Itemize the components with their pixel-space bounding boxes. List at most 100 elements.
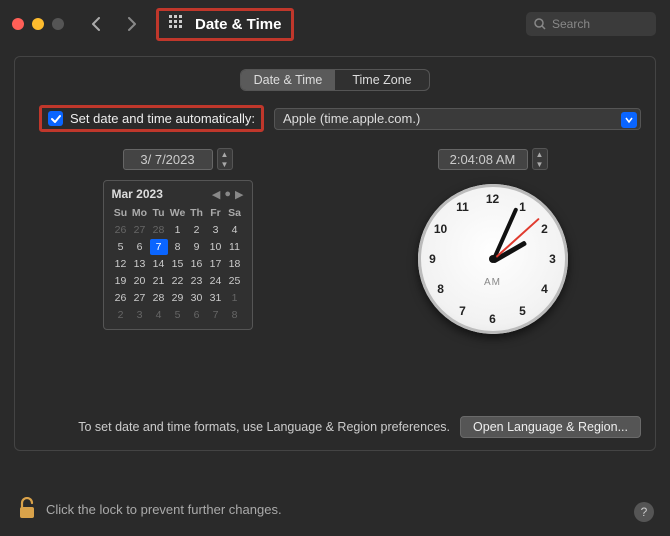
calendar-day[interactable]: 1	[169, 222, 187, 238]
calendar-day[interactable]: 29	[169, 290, 187, 306]
date-field-wrap: 3/ 7/2023 ▲ ▼	[123, 148, 233, 170]
search-input[interactable]: Search	[526, 12, 656, 36]
calendar-day[interactable]: 23	[188, 273, 206, 289]
calendar-day[interactable]: 20	[131, 273, 149, 289]
clock-numeral: 8	[437, 282, 444, 296]
time-column: 2:04:08 AM ▲ ▼ AM 123456789101112	[350, 148, 635, 334]
calendar-day[interactable]: 19	[112, 273, 130, 289]
calendar-dow: Su	[112, 205, 130, 221]
calendar-day[interactable]: 3	[207, 222, 225, 238]
calendar-day-dim[interactable]: 7	[207, 307, 225, 323]
calendar-day[interactable]: 15	[169, 256, 187, 272]
stepper-up-icon: ▲	[533, 149, 547, 159]
title-highlight: Date & Time	[156, 8, 294, 41]
calendar-dow: We	[169, 205, 187, 221]
chevron-down-icon	[621, 112, 637, 128]
calendar-day-dim[interactable]: 26	[112, 222, 130, 238]
calendar-day[interactable]: 24	[207, 273, 225, 289]
date-column: 3/ 7/2023 ▲ ▼ Mar 2023 ◀ ● ▶	[35, 148, 320, 334]
calendar-day[interactable]: 8	[169, 239, 187, 255]
time-field[interactable]: 2:04:08 AM	[438, 149, 528, 170]
clock-pin	[489, 255, 497, 263]
calendar-day-dim[interactable]: 3	[131, 307, 149, 323]
calendar-day-dim[interactable]: 2	[112, 307, 130, 323]
calendar-day[interactable]: 5	[112, 239, 130, 255]
clock-numeral: 4	[541, 282, 548, 296]
calendar-title: Mar 2023	[112, 187, 163, 201]
calendar-day[interactable]: 31	[207, 290, 225, 306]
zoom-window-icon[interactable]	[52, 18, 64, 30]
calendar-day-dim[interactable]: 27	[131, 222, 149, 238]
help-button[interactable]: ?	[634, 502, 654, 522]
calendar-day[interactable]: 27	[131, 290, 149, 306]
clock-numeral: 10	[434, 222, 447, 236]
analog-clock[interactable]: AM 123456789101112	[418, 184, 568, 334]
calendar-day-dim[interactable]: 6	[188, 307, 206, 323]
time-server-value: Apple (time.apple.com.)	[283, 111, 420, 126]
calendar-nav: ◀ ● ▶	[212, 188, 244, 201]
panel-footer: To set date and time formats, use Langua…	[29, 416, 641, 438]
auto-time-row: Set date and time automatically: Apple (…	[39, 105, 641, 132]
show-all-icon[interactable]	[169, 15, 185, 34]
date-field[interactable]: 3/ 7/2023	[123, 149, 213, 170]
calendar-prev-icon[interactable]: ◀	[212, 188, 220, 201]
page-title: Date & Time	[195, 16, 281, 33]
calendar-today-icon[interactable]: ●	[224, 188, 231, 201]
lock-text: Click the lock to prevent further change…	[46, 502, 282, 517]
calendar-day-dim[interactable]: 1	[226, 290, 244, 306]
titlebar: Date & Time Search	[0, 0, 670, 48]
calendar-day[interactable]: 10	[207, 239, 225, 255]
clock-numeral: 5	[519, 304, 526, 318]
calendar-day[interactable]: 25	[226, 273, 244, 289]
calendar-day[interactable]: 30	[188, 290, 206, 306]
calendar-day[interactable]: 22	[169, 273, 187, 289]
stepper-down-icon: ▼	[533, 159, 547, 169]
close-window-icon[interactable]	[12, 18, 24, 30]
back-button[interactable]	[82, 11, 110, 37]
minimize-window-icon[interactable]	[32, 18, 44, 30]
calendar-day[interactable]: 21	[150, 273, 168, 289]
calendar: Mar 2023 ◀ ● ▶ SuMoTuWeThFrSa26272812345…	[103, 180, 253, 330]
calendar-day[interactable]: 7	[150, 239, 168, 255]
clock-ampm: AM	[484, 277, 501, 288]
calendar-day[interactable]: 6	[131, 239, 149, 255]
lock-row: Click the lock to prevent further change…	[18, 497, 282, 522]
calendar-day-dim[interactable]: 5	[169, 307, 187, 323]
time-stepper[interactable]: ▲ ▼	[532, 148, 548, 170]
tab-time-zone[interactable]: Time Zone	[335, 70, 429, 90]
clock-numeral: 1	[519, 200, 526, 214]
search-placeholder: Search	[552, 17, 590, 31]
calendar-day[interactable]: 28	[150, 290, 168, 306]
clock-numeral: 12	[486, 192, 499, 206]
calendar-day-dim[interactable]: 28	[150, 222, 168, 238]
stepper-up-icon: ▲	[218, 149, 232, 159]
calendar-day[interactable]: 12	[112, 256, 130, 272]
lock-icon[interactable]	[18, 497, 36, 522]
calendar-day-dim[interactable]: 8	[226, 307, 244, 323]
columns: 3/ 7/2023 ▲ ▼ Mar 2023 ◀ ● ▶	[29, 148, 641, 334]
calendar-day[interactable]: 18	[226, 256, 244, 272]
forward-button[interactable]	[118, 11, 146, 37]
calendar-dow: Fr	[207, 205, 225, 221]
clock-numeral: 7	[459, 304, 466, 318]
clock-numeral: 9	[429, 252, 436, 266]
calendar-day[interactable]: 2	[188, 222, 206, 238]
date-stepper[interactable]: ▲ ▼	[217, 148, 233, 170]
calendar-day[interactable]: 16	[188, 256, 206, 272]
calendar-day[interactable]: 11	[226, 239, 244, 255]
auto-time-checkbox[interactable]	[48, 111, 63, 126]
calendar-day[interactable]: 9	[188, 239, 206, 255]
prefs-window: Date & Time Search Date & Time Time Zone…	[0, 0, 670, 536]
calendar-day[interactable]: 17	[207, 256, 225, 272]
calendar-day[interactable]: 26	[112, 290, 130, 306]
calendar-day-dim[interactable]: 4	[150, 307, 168, 323]
calendar-header: Mar 2023 ◀ ● ▶	[112, 187, 244, 201]
calendar-day[interactable]: 13	[131, 256, 149, 272]
calendar-day[interactable]: 14	[150, 256, 168, 272]
nav-buttons	[82, 11, 146, 37]
time-server-select[interactable]: Apple (time.apple.com.)	[274, 108, 641, 130]
open-language-region-button[interactable]: Open Language & Region...	[460, 416, 641, 438]
calendar-next-icon[interactable]: ▶	[235, 188, 243, 201]
calendar-day[interactable]: 4	[226, 222, 244, 238]
tab-date-time[interactable]: Date & Time	[241, 70, 335, 90]
